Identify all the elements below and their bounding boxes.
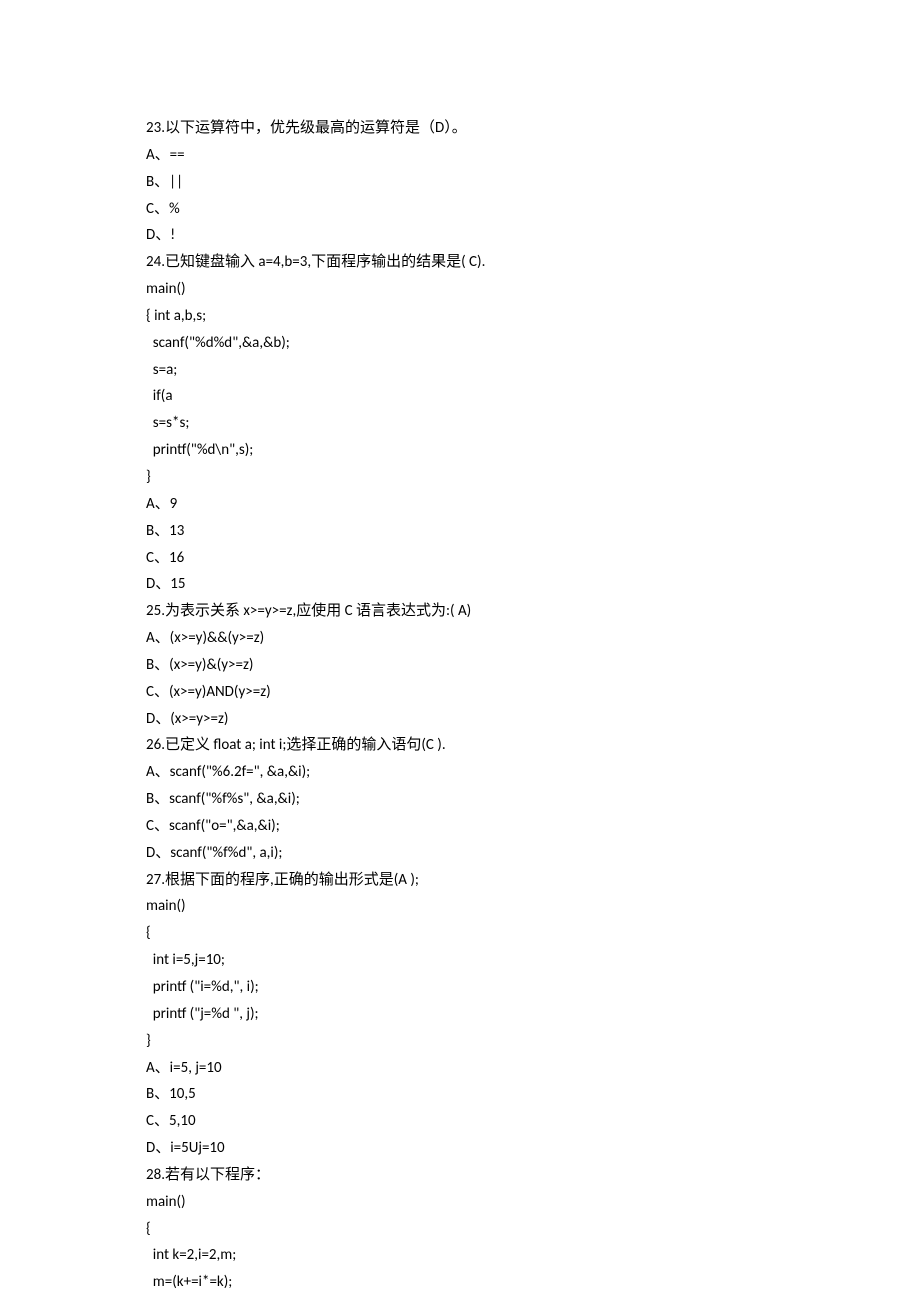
text-line: printf ("i=%d,", i); <box>146 974 920 1001</box>
text-line: D、! <box>146 222 920 249</box>
text-line: { int a,b,s; <box>146 303 920 330</box>
text-line: main() <box>146 1189 920 1216</box>
text-line: s=s*s; <box>146 410 920 437</box>
text-line: C、(x>=y)AND(y>=z) <box>146 679 920 706</box>
text-line: m=(k+=i*=k); <box>146 1269 920 1296</box>
text-line: D、scanf("%f%d", a,i); <box>146 840 920 867</box>
text-line: int i=5,j=10; <box>146 947 920 974</box>
text-line: s=a; <box>146 357 920 384</box>
text-line: printf ("j=%d ", j); <box>146 1001 920 1028</box>
text-line: if(a <box>146 383 920 410</box>
text-line: A、(x>=y)&&(y>=z) <box>146 625 920 652</box>
text-line: A、scanf("%6.2f=", &a,&i); <box>146 759 920 786</box>
text-line: } <box>146 464 920 491</box>
text-line: { <box>146 1216 920 1243</box>
text-line: 27.根据下面的程序,正确的输出形式是(A ); <box>146 867 920 894</box>
text-line: main() <box>146 893 920 920</box>
text-line: 25.为表示关系 x>=y>=z,应使用 C 语言表达式为:( A) <box>146 598 920 625</box>
text-line: C、% <box>146 196 920 223</box>
text-line: A、== <box>146 142 920 169</box>
text-line: 23.以下运算符中，优先级最高的运算符是（D）。 <box>146 115 920 142</box>
text-line: 28.若有以下程序： <box>146 1162 920 1189</box>
text-line: 24.已知键盘输入 a=4,b=3,下面程序输出的结果是( C). <box>146 249 920 276</box>
text-line: } <box>146 1028 920 1055</box>
text-line: 26.已定义 float a; int i;选择正确的输入语句(C ). <box>146 732 920 759</box>
text-line: B、(x>=y)&(y>=z) <box>146 652 920 679</box>
text-line: { <box>146 920 920 947</box>
text-line: C、scanf("o=",&a,&i); <box>146 813 920 840</box>
document-page: 23.以下运算符中，优先级最高的运算符是（D）。A、==B、||C、%D、!24… <box>0 0 920 1302</box>
text-line: A、9 <box>146 491 920 518</box>
text-line: B、|| <box>146 169 920 196</box>
text-line: B、scanf("%f%s", &a,&i); <box>146 786 920 813</box>
text-line: B、10,5 <box>146 1081 920 1108</box>
text-line: int k=2,i=2,m; <box>146 1242 920 1269</box>
text-line: main() <box>146 276 920 303</box>
text-line: printf("%d\n",s); <box>146 437 920 464</box>
text-line: C、16 <box>146 545 920 572</box>
text-line: C、5,10 <box>146 1108 920 1135</box>
text-line: D、(x>=y>=z) <box>146 706 920 733</box>
text-line: A、i=5, j=10 <box>146 1055 920 1082</box>
text-line: B、13 <box>146 518 920 545</box>
text-line: D、i=5Uj=10 <box>146 1135 920 1162</box>
text-line: scanf("%d%d",&a,&b); <box>146 330 920 357</box>
text-line: D、15 <box>146 571 920 598</box>
